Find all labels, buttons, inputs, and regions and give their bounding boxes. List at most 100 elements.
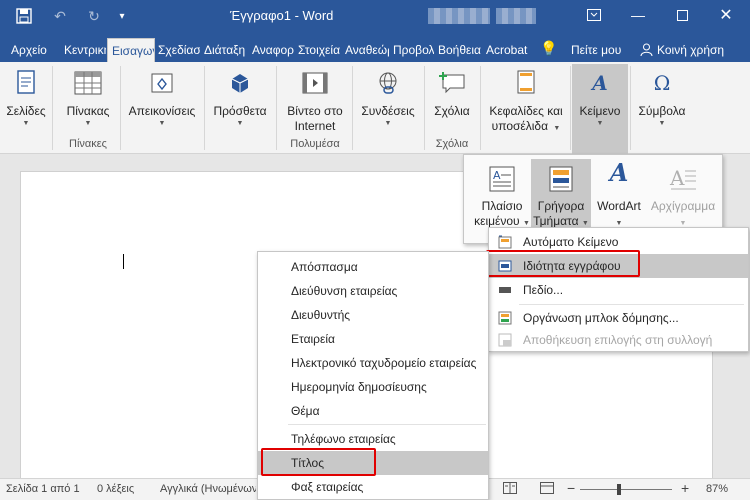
window-title: Έγγραφο1 - Word [230, 8, 334, 23]
property-item[interactable]: Διευθυντής [258, 303, 488, 327]
menu-item-building-blocks[interactable]: Οργάνωση μπλοκ δόμησης... [489, 306, 748, 330]
property-item[interactable]: Φαξ εταιρείας [258, 475, 488, 499]
lightbulb-icon[interactable]: 💡 [540, 38, 558, 62]
quick-parts-line1: Γρήγορα [537, 199, 585, 213]
video-icon [300, 68, 330, 98]
links-label: Συνδέσεις [361, 104, 415, 118]
drop-cap-button[interactable]: A Αρχίγραμμα ▼ [647, 159, 719, 233]
save-selection-icon [497, 332, 513, 348]
word-count[interactable]: 0 λέξεις [97, 483, 134, 495]
tab-references[interactable]: Αναφορές [252, 38, 294, 62]
chevron-down-icon: ▼ [596, 120, 604, 127]
header-footer-button[interactable]: Κεφαλίδες και υποσέλιδα ▼ [484, 68, 568, 134]
links-button[interactable]: Συνδέσεις ▼ [356, 68, 420, 129]
save-icon[interactable] [14, 6, 34, 26]
chevron-down-icon: ▼ [679, 220, 687, 227]
zoom-level[interactable]: 87% [706, 483, 728, 495]
zoom-slider[interactable] [580, 489, 672, 490]
comment-button[interactable]: Σχόλια [428, 68, 476, 119]
divider [352, 66, 353, 150]
tab-acrobat[interactable]: Acrobat [486, 38, 530, 62]
table-button[interactable]: Πίνακας ▼ [60, 68, 116, 129]
tab-review[interactable]: Αναθεώρηση [345, 38, 389, 62]
divider [570, 66, 571, 150]
undo-icon[interactable]: ↶ [50, 6, 70, 26]
zoom-slider-thumb[interactable] [617, 484, 622, 495]
property-item[interactable]: Απόσπασμα [258, 255, 488, 279]
tab-mailings[interactable]: Στοιχεία [298, 38, 342, 62]
tab-help[interactable]: Βοήθεια [438, 38, 481, 62]
tables-group-label: Πίνακες [69, 138, 107, 150]
addins-button[interactable]: Πρόσθετα ▼ [208, 68, 272, 129]
account-name-blurred [428, 8, 490, 24]
link-icon [373, 68, 403, 98]
tab-insert[interactable]: Εισαγωγή [107, 38, 155, 62]
menu-item-field[interactable]: Πεδίο... [489, 278, 748, 302]
tab-view[interactable]: Προβολή [393, 38, 434, 62]
property-item[interactable]: Εταιρεία [258, 327, 488, 351]
online-video-button[interactable]: Βίντεο στο Internet [282, 68, 348, 134]
quick-parts-button[interactable]: Γρήγορα Τμήματα ▼ [531, 159, 591, 233]
read-mode-icon[interactable] [503, 482, 517, 497]
zoom-in-icon[interactable]: + [681, 480, 689, 496]
wordart-button[interactable]: A WordArt ▼ [591, 159, 647, 233]
ribbon: Σελίδες ▼ Πίνακας ▼ Πίνακες Απεικονίσεις… [0, 62, 750, 154]
divider [204, 66, 205, 150]
property-item[interactable]: Θέμα [258, 399, 488, 423]
menu-item-document-property[interactable]: Ιδιότητα εγγράφου [489, 254, 748, 278]
page-count[interactable]: Σελίδα 1 από 1 [6, 483, 80, 495]
property-item-title[interactable]: Τίτλος [258, 451, 488, 475]
text-button[interactable]: A Κείμενο ▼ [572, 64, 628, 154]
menu-item-label: Αποθήκευση επιλογής στη συλλογή [523, 333, 713, 347]
title-bar: ↶ ↻ ▾ Έγγραφο1 - Word — ✕ [0, 0, 750, 34]
chevron-down-icon: ▼ [553, 125, 561, 132]
textbox-button[interactable]: A Πλαίσιο κειμένου ▼ [472, 159, 532, 233]
ribbon-display-icon[interactable] [572, 0, 616, 30]
menu-item-save-selection[interactable]: Αποθήκευση επιλογής στη συλλογή [489, 328, 748, 352]
document-property-icon [497, 258, 513, 274]
pages-button[interactable]: Σελίδες ▼ [4, 68, 48, 129]
menu-item-label: Ιδιότητα εγγράφου [523, 259, 621, 273]
close-icon[interactable]: ✕ [704, 0, 748, 30]
web-layout-icon[interactable] [540, 482, 554, 497]
property-item[interactable]: Διεύθυνση εταιρείας [258, 279, 488, 303]
pages-label: Σελίδες [6, 104, 46, 118]
chevron-down-icon: ▼ [615, 220, 623, 227]
media-group-label: Πολυμέσα [290, 138, 340, 150]
table-label: Πίνακας [66, 104, 110, 118]
comment-label: Σχόλια [434, 104, 470, 118]
tab-design[interactable]: Σχεδίαση [158, 38, 200, 62]
tab-home[interactable]: Κεντρική [64, 38, 106, 62]
customize-icon[interactable]: ▾ [112, 6, 132, 26]
symbols-button[interactable]: Ω Σύμβολα ▼ [634, 68, 690, 129]
maximize-icon[interactable] [660, 0, 704, 30]
header-footer-line1: Κεφαλίδες και [489, 104, 563, 118]
ribbon-tabs: Αρχείο Κεντρική Εισαγωγή Σχεδίαση Διάταξ… [0, 34, 750, 62]
share-button[interactable]: Κοινή χρήση [657, 38, 737, 62]
zoom-out-icon[interactable]: − [567, 480, 575, 496]
property-item[interactable]: Ηλεκτρονικό ταχυδρομείο εταιρείας [258, 351, 488, 375]
pages-icon [11, 68, 41, 98]
svg-text:A: A [493, 169, 501, 182]
property-item[interactable]: Ημερομηνία δημοσίευσης [258, 375, 488, 399]
tell-me-search[interactable]: Πείτε μου [571, 38, 626, 62]
divider [480, 66, 481, 150]
svg-text:A: A [669, 166, 685, 190]
tab-layout[interactable]: Διάταξη [204, 38, 248, 62]
comments-group-label: Σχόλια [435, 138, 469, 150]
illustrations-button[interactable]: Απεικονίσεις ▼ [124, 68, 200, 129]
language-indicator[interactable]: Αγγλικά (Ηνωμένων [160, 483, 256, 495]
illustrations-label: Απεικονίσεις [128, 104, 196, 118]
menu-item-autotext[interactable]: Αυτόματο Κείμενο [489, 230, 748, 254]
redo-icon[interactable]: ↻ [84, 6, 104, 26]
addins-label: Πρόσθετα [213, 104, 267, 118]
menu-divider [519, 304, 744, 305]
header-footer-icon [511, 68, 541, 98]
minimize-icon[interactable]: — [616, 0, 660, 30]
video-label-line1: Βίντεο στο [287, 104, 343, 118]
chevron-down-icon: ▼ [658, 120, 666, 127]
header-footer-line2: υποσέλιδα [491, 119, 549, 133]
tab-file[interactable]: Αρχείο [11, 38, 63, 62]
property-item[interactable]: Τηλέφωνο εταιρείας [258, 427, 488, 451]
wordart-icon: A [609, 158, 629, 187]
